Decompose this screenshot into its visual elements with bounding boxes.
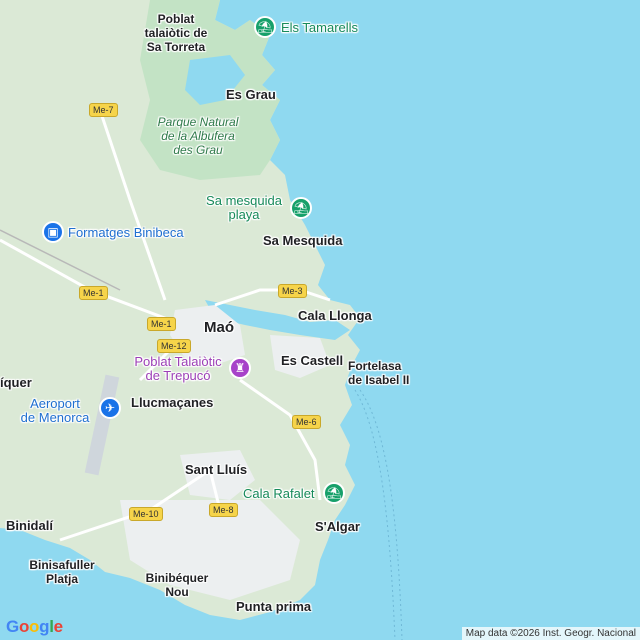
place-punta-prima[interactable]: Punta prima bbox=[236, 600, 311, 614]
map-canvas[interactable]: Poblat talaiòtic de Sa Torreta Es Grau P… bbox=[0, 0, 640, 640]
poi-poblat-trepuco[interactable]: Poblat Talaiòtic de Trepucó bbox=[134, 355, 221, 383]
road-shield: Me-10 bbox=[129, 507, 163, 521]
road-shield: Me-6 bbox=[292, 415, 321, 429]
place-binisafuller[interactable]: Binisafuller Platja bbox=[29, 558, 94, 586]
place-es-castell[interactable]: Es Castell bbox=[281, 354, 343, 368]
shopping-bag-icon[interactable]: ▣ bbox=[42, 221, 64, 243]
place-sa-mesquida[interactable]: Sa Mesquida bbox=[263, 234, 342, 248]
beach-icon[interactable]: ⛱ bbox=[254, 16, 276, 38]
place-iquer[interactable]: íquer bbox=[0, 376, 32, 390]
map-attribution[interactable]: Map data ©2026 Inst. Geogr. Nacional bbox=[461, 627, 640, 640]
beach-icon[interactable]: ⛱ bbox=[323, 482, 345, 504]
road-shield: Me-3 bbox=[278, 284, 307, 298]
place-poblat-torreta[interactable]: Poblat talaiòtic de Sa Torreta bbox=[145, 12, 208, 54]
poi-sa-mesquida-playa[interactable]: Sa mesquida playa bbox=[206, 194, 282, 222]
place-binidali[interactable]: Binidalí bbox=[6, 519, 53, 533]
google-logo[interactable]: Google bbox=[6, 617, 63, 637]
park-label-albufera: Parque Natural de la Albufera des Grau bbox=[157, 115, 239, 157]
castle-icon[interactable]: ♜ bbox=[229, 357, 251, 379]
place-cala-llonga[interactable]: Cala Llonga bbox=[298, 309, 372, 323]
road-shield: Me-8 bbox=[209, 503, 238, 517]
poi-aeroport[interactable]: Aeroport de Menorca bbox=[21, 397, 90, 425]
airplane-icon[interactable]: ✈ bbox=[99, 397, 121, 419]
beach-icon[interactable]: ⛱ bbox=[290, 197, 312, 219]
place-llucmacanes[interactable]: Llucmaçanes bbox=[131, 396, 213, 410]
poi-cala-rafalet[interactable]: Cala Rafalet bbox=[243, 487, 315, 501]
road-shield: Me-1 bbox=[79, 286, 108, 300]
place-binibequer[interactable]: Binibéquer Nou bbox=[146, 571, 209, 599]
poi-formatges-binibeca[interactable]: Formatges Binibeca bbox=[68, 226, 184, 240]
place-fortelasa[interactable]: Fortelasa de Isabel II bbox=[348, 359, 409, 387]
place-mao[interactable]: Maó bbox=[204, 320, 234, 335]
road-shield: Me-1 bbox=[147, 317, 176, 331]
road-shield: Me-7 bbox=[89, 103, 118, 117]
place-es-grau[interactable]: Es Grau bbox=[226, 88, 276, 102]
road-shield: Me-12 bbox=[157, 339, 191, 353]
place-sant-lluis[interactable]: Sant Lluís bbox=[185, 463, 247, 477]
poi-els-tamarells[interactable]: Els Tamarells bbox=[281, 21, 358, 35]
place-salgar[interactable]: S'Algar bbox=[315, 520, 360, 534]
